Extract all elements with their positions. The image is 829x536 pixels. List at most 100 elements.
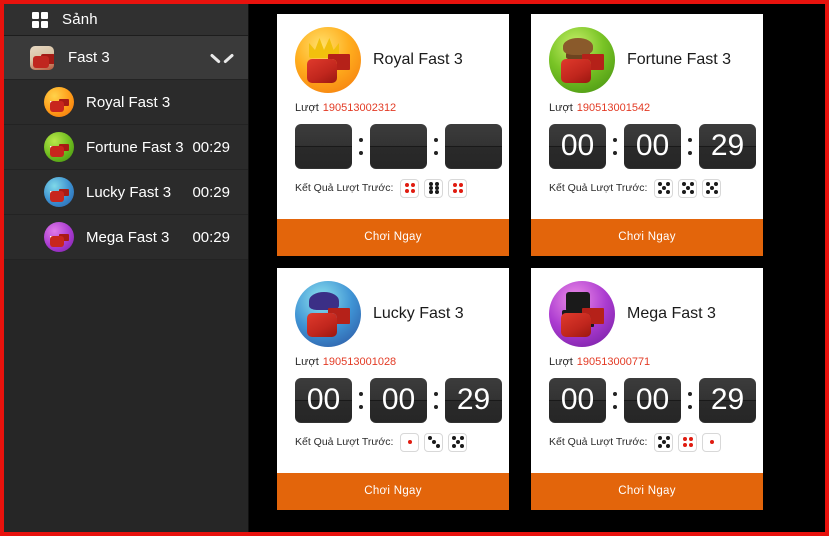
die-face-4: [678, 432, 698, 452]
game-card[interactable]: Mega Fast 3 Lượt 190513000771 00 00 29 Kết Quả…: [531, 268, 763, 510]
die-face-1: [400, 432, 420, 452]
sidebar-item-label: Fortune Fast 3: [86, 138, 184, 156]
timer-hours-block: 00: [549, 123, 606, 169]
countdown-timer: 00 00 29: [277, 368, 509, 426]
timer-minutes-block: 00: [624, 377, 681, 423]
timer-minutes-block: 00: [624, 123, 681, 169]
timer-minutes-block: [370, 123, 427, 169]
sidebar-lobby-label: Sảnh: [62, 11, 98, 28]
chevron-down-icon[interactable]: [212, 52, 232, 64]
lucky-logo-icon: [295, 281, 361, 347]
round-prefix-label: Lượt: [295, 102, 319, 114]
previous-result-label: Kết Quả Lượt Trước:: [549, 182, 648, 194]
die-face-3: [424, 432, 444, 452]
previous-dice-row: [654, 178, 722, 198]
grid-icon: [32, 11, 48, 28]
play-now-button[interactable]: Chơi Ngay: [277, 473, 509, 510]
sidebar-item-mega-fast-3[interactable]: Mega Fast 3 00:29: [4, 215, 248, 260]
previous-result-row: Kết Quả Lượt Trước:: [531, 172, 763, 202]
sidebar-item-label: Royal Fast 3: [86, 93, 171, 111]
game-card[interactable]: Lucky Fast 3 Lượt 190513001028 00 00 29 Kết Qu…: [277, 268, 509, 510]
round-number: 190513001542: [576, 102, 651, 114]
fortune-logo-icon: [549, 27, 615, 93]
sidebar-item-lucky-fast-3[interactable]: Lucky Fast 3 00:29: [4, 170, 248, 215]
die-face-1: [702, 432, 722, 452]
sidebar-item-lobby[interactable]: Sảnh: [4, 4, 248, 36]
mega-logo-icon: [549, 281, 615, 347]
previous-dice-row: [400, 178, 468, 198]
timer-seconds-block: 29: [699, 123, 756, 169]
die-face-5: [678, 178, 698, 198]
timer-colon-icon: [606, 378, 624, 423]
card-title: Mega Fast 3: [627, 305, 716, 323]
sidebar-group-fast3[interactable]: Fast 3: [4, 36, 248, 80]
sidebar-item-fortune-fast-3[interactable]: Fortune Fast 3 00:29: [4, 125, 248, 170]
game-card-grid: Royal Fast 3 Lượt 190513002312 Kết Quả Lượt…: [277, 14, 813, 510]
sidebar: Sảnh Fast 3 Royal Fast 3 Fortune Fast 3 00…: [4, 4, 249, 532]
round-line: Lượt 190513001542: [531, 102, 763, 114]
previous-dice-row: [400, 432, 468, 452]
sidebar-item-countdown: 00:29: [192, 183, 230, 201]
round-line: Lượt 190513002312: [277, 102, 509, 114]
die-face-5: [654, 178, 674, 198]
sidebar-group-label: Fast 3: [68, 49, 110, 66]
sidebar-item-countdown: 00:29: [192, 138, 230, 156]
sidebar-item-label: Mega Fast 3: [86, 228, 170, 246]
round-line: Lượt 190513000771: [531, 356, 763, 368]
countdown-timer: 00 00 29: [531, 368, 763, 426]
timer-minutes-block: 00: [370, 377, 427, 423]
die-face-5: [448, 432, 468, 452]
timer-hours-block: 00: [295, 377, 352, 423]
card-title: Fortune Fast 3: [627, 51, 732, 69]
previous-result-label: Kết Quả Lượt Trước:: [549, 436, 648, 448]
die-face-4: [448, 178, 468, 198]
app-root: Sảnh Fast 3 Royal Fast 3 Fortune Fast 3 00…: [0, 0, 829, 536]
previous-result-row: Kết Quả Lượt Trước:: [277, 426, 509, 456]
timer-colon-icon: [606, 124, 624, 169]
countdown-timer: 00 00 29: [531, 114, 763, 172]
mega-avatar-icon: [44, 222, 74, 252]
play-now-button[interactable]: Chơi Ngay: [277, 219, 509, 256]
timer-colon-icon: [427, 378, 445, 423]
timer-seconds-block: [445, 123, 502, 169]
sidebar-item-label: Lucky Fast 3: [86, 183, 172, 201]
card-header: Royal Fast 3: [277, 14, 509, 100]
game-card[interactable]: Royal Fast 3 Lượt 190513002312 Kết Quả Lượt…: [277, 14, 509, 256]
round-prefix-label: Lượt: [549, 102, 573, 114]
sidebar-game-list: Royal Fast 3 Fortune Fast 3 00:29 Lucky Fas…: [4, 80, 248, 260]
game-card[interactable]: Fortune Fast 3 Lượt 190513001542 00 00 29 Kết …: [531, 14, 763, 256]
royal-logo-icon: [295, 27, 361, 93]
previous-dice-row: [654, 432, 722, 452]
previous-result-row: Kết Quả Lượt Trước:: [277, 172, 509, 202]
previous-result-row: Kết Quả Lượt Trước:: [531, 426, 763, 456]
round-number: 190513002312: [322, 102, 397, 114]
countdown-timer: [277, 114, 509, 172]
card-header: Fortune Fast 3: [531, 14, 763, 100]
timer-colon-icon: [352, 378, 370, 423]
fortune-avatar-icon: [44, 132, 74, 162]
sidebar-item-royal-fast-3[interactable]: Royal Fast 3: [4, 80, 248, 125]
card-title: Royal Fast 3: [373, 51, 463, 69]
die-face-5: [702, 178, 722, 198]
round-number: 190513000771: [576, 356, 651, 368]
timer-hours-block: 00: [549, 377, 606, 423]
timer-hours-block: [295, 123, 352, 169]
play-now-button[interactable]: Chơi Ngay: [531, 473, 763, 510]
die-face-6: [424, 178, 444, 198]
dice-thumb-icon: [30, 45, 54, 70]
lucky-avatar-icon: [44, 177, 74, 207]
timer-seconds-block: 29: [699, 377, 756, 423]
play-now-button[interactable]: Chơi Ngay: [531, 219, 763, 256]
main-content: Royal Fast 3 Lượt 190513002312 Kết Quả Lượt…: [249, 4, 825, 532]
timer-colon-icon: [352, 124, 370, 169]
die-face-4: [400, 178, 420, 198]
card-header: Lucky Fast 3: [277, 268, 509, 354]
timer-colon-icon: [427, 124, 445, 169]
timer-colon-icon: [681, 124, 699, 169]
card-title: Lucky Fast 3: [373, 305, 464, 323]
round-prefix-label: Lượt: [295, 356, 319, 368]
previous-result-label: Kết Quả Lượt Trước:: [295, 182, 394, 194]
die-face-5: [654, 432, 674, 452]
timer-seconds-block: 29: [445, 377, 502, 423]
round-number: 190513001028: [322, 356, 397, 368]
